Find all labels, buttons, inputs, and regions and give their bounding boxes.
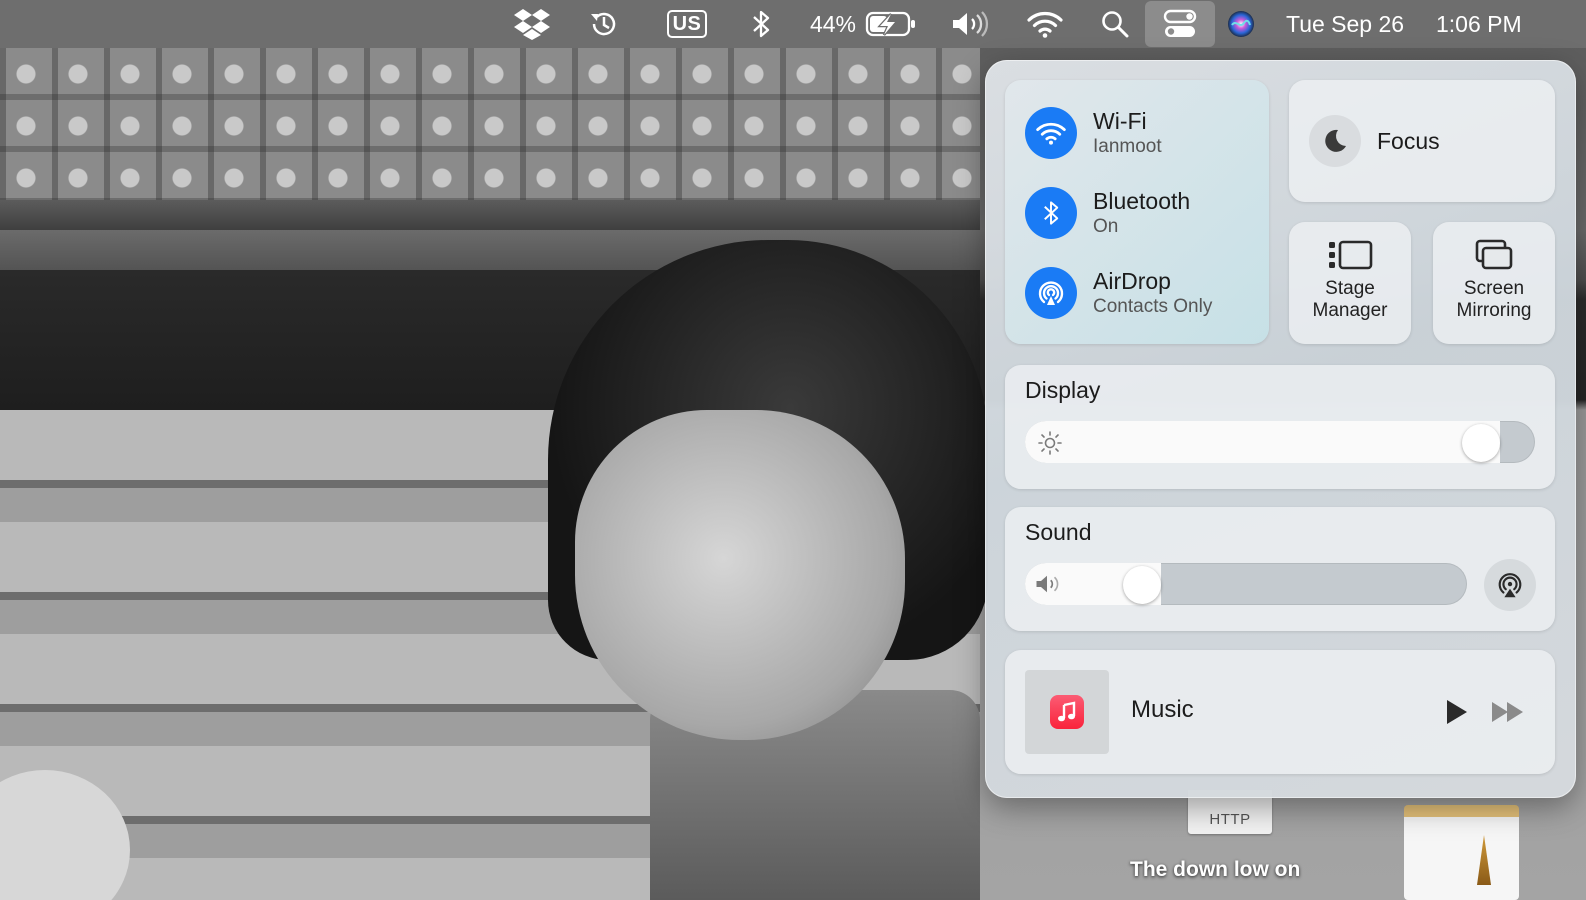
screen-mirroring-label-line1: Screen xyxy=(1463,278,1525,299)
brightness-slider[interactable] xyxy=(1025,421,1535,463)
time-machine-icon[interactable] xyxy=(586,0,622,48)
display-title: Display xyxy=(1025,377,1101,403)
play-button[interactable] xyxy=(1445,698,1469,731)
now-playing-module[interactable]: Music xyxy=(1005,650,1555,774)
sun-icon xyxy=(1037,430,1063,461)
brightness-fill xyxy=(1025,421,1501,463)
volume-slider[interactable] xyxy=(1025,563,1467,605)
desktop-app-mark xyxy=(1477,835,1491,885)
desktop-file-label: HTTP xyxy=(1209,811,1251,828)
stage-manager-icon xyxy=(1326,238,1374,274)
menu-bar: US 44% Tue Sep 26 1:06 PM xyxy=(0,0,1586,48)
menubar-time[interactable]: 1:06 PM xyxy=(1436,0,1540,48)
siri-icon[interactable] xyxy=(1224,0,1258,48)
display-module: Display xyxy=(1005,365,1555,489)
wifi-icon[interactable] xyxy=(1025,107,1077,159)
bluetooth-icon[interactable] xyxy=(748,0,774,48)
wallpaper-face xyxy=(575,410,905,740)
wifi-network-name: Ianmoot xyxy=(1093,136,1162,157)
now-playing-app: Music xyxy=(1131,696,1194,723)
airdrop-status: Contacts Only xyxy=(1093,296,1213,317)
wallpaper-rail xyxy=(0,200,980,230)
brightness-slider-knob[interactable] xyxy=(1462,424,1501,462)
battery-percent[interactable]: 44% xyxy=(806,0,860,48)
screen-mirroring-button[interactable]: Screen Mirroring xyxy=(1433,222,1555,344)
spotlight-icon[interactable] xyxy=(1098,0,1132,48)
control-center-icon[interactable] xyxy=(1145,1,1215,47)
keyboard-layout-label: US xyxy=(666,10,708,38)
play-icon xyxy=(1447,700,1467,724)
airdrop-toggle[interactable]: AirDrop Contacts Only xyxy=(1025,266,1212,320)
desktop-app-icon[interactable] xyxy=(1404,805,1519,900)
screen-mirroring-label-line2: Mirroring xyxy=(1456,300,1532,321)
moon-icon xyxy=(1309,115,1361,167)
screen-mirroring-icon xyxy=(1470,238,1518,274)
bluetooth-icon[interactable] xyxy=(1025,187,1077,239)
music-app-icon xyxy=(1050,695,1084,729)
dropbox-icon[interactable] xyxy=(512,0,552,48)
stage-manager-label-line2: Manager xyxy=(1312,300,1388,321)
wifi-icon[interactable] xyxy=(1026,0,1064,48)
menubar-date[interactable]: Tue Sep 26 xyxy=(1286,0,1426,48)
bluetooth-title: Bluetooth xyxy=(1093,188,1191,214)
wallpaper-curtain xyxy=(0,48,980,223)
sound-title: Sound xyxy=(1025,519,1092,545)
volume-slider-knob[interactable] xyxy=(1123,566,1161,604)
airdrop-icon[interactable] xyxy=(1025,267,1077,319)
focus-button[interactable]: Focus xyxy=(1289,80,1555,202)
fast-forward-icon xyxy=(1492,702,1523,722)
control-center-panel: Wi-Fi Ianmoot Bluetooth On AirDrop Conta… xyxy=(985,60,1576,798)
desktop-caption[interactable]: The down low on xyxy=(1130,858,1380,882)
connectivity-module: Wi-Fi Ianmoot Bluetooth On AirDrop Conta… xyxy=(1005,80,1269,344)
wifi-toggle[interactable]: Wi-Fi Ianmoot xyxy=(1025,106,1162,160)
wifi-title: Wi-Fi xyxy=(1093,108,1147,134)
stage-manager-label-line1: Stage xyxy=(1325,278,1375,299)
volume-icon[interactable] xyxy=(950,0,992,48)
fast-forward-button[interactable] xyxy=(1491,700,1525,729)
bluetooth-status: On xyxy=(1093,216,1119,237)
airplay-audio-icon xyxy=(1498,573,1522,598)
speaker-icon xyxy=(1035,572,1065,601)
stage-manager-button[interactable]: Stage Manager xyxy=(1289,222,1411,344)
battery-icon[interactable] xyxy=(864,0,918,48)
focus-label: Focus xyxy=(1377,127,1440,154)
sound-module: Sound xyxy=(1005,507,1555,631)
airplay-audio-button[interactable] xyxy=(1484,559,1536,611)
input-source-icon[interactable]: US xyxy=(664,0,710,48)
airdrop-title: AirDrop xyxy=(1093,268,1171,294)
album-art xyxy=(1025,670,1109,754)
bluetooth-toggle[interactable]: Bluetooth On xyxy=(1025,186,1190,240)
